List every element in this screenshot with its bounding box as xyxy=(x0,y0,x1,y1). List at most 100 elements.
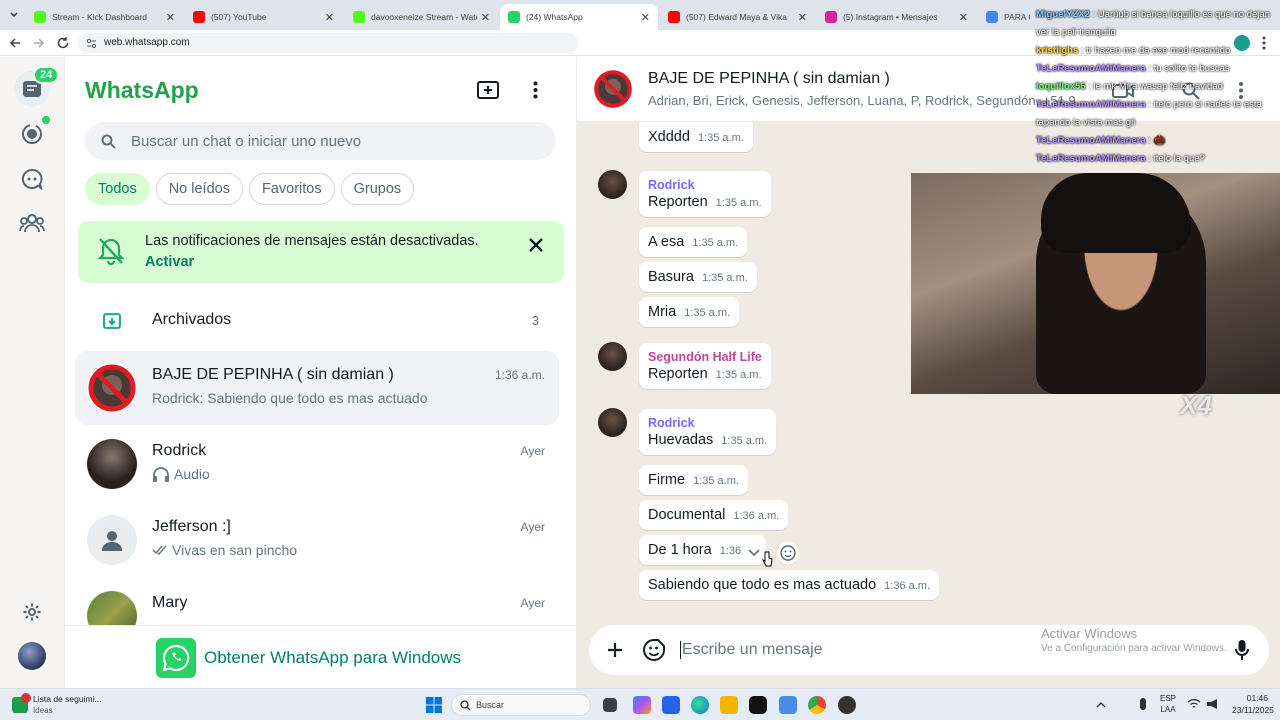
message-bubble[interactable]: Rodrick Huevadas 1:35 a.m. xyxy=(639,409,777,455)
filter-favoritos[interactable]: Favoritos xyxy=(248,173,335,205)
language-indicator[interactable]: ESP LAA xyxy=(1160,694,1176,714)
message-time: 1:36 a.m. xyxy=(884,580,931,592)
message-bubble[interactable]: Firme 1:35 a.m. xyxy=(639,465,748,495)
start-button[interactable] xyxy=(426,697,442,713)
overlay-chat-line: MiguelYZX2 : Uarüub si banea loquillo es… xyxy=(1036,6,1276,42)
store-icon[interactable] xyxy=(662,696,680,714)
copilot-icon[interactable] xyxy=(633,696,651,714)
channels-nav-button[interactable] xyxy=(14,161,50,197)
chevron-down-icon[interactable] xyxy=(748,549,760,557)
group-name: BAJE DE PEPINHA ( sin damian ) xyxy=(648,70,890,87)
filter-no-leidos[interactable]: No leídos xyxy=(155,173,243,205)
tab-close-icon[interactable]: ✕ xyxy=(166,11,175,24)
sticker-icon[interactable] xyxy=(643,639,665,661)
new-chat-icon[interactable] xyxy=(477,81,499,99)
sender-avatar[interactable] xyxy=(598,408,627,437)
status-dot xyxy=(42,116,50,124)
tab-3[interactable]: (24) WhatsApp ✕ xyxy=(500,4,658,30)
overlay-chat-user: MiguelYZX2 xyxy=(1036,9,1090,20)
settings-nav-button[interactable] xyxy=(14,594,50,630)
message-input[interactable]: Escribe un mensaje xyxy=(680,641,823,659)
search-box[interactable]: Buscar un chat o iniciar uno nuevo xyxy=(85,122,556,160)
search-icon xyxy=(460,700,471,711)
group-members: Adrian, Bri, Erick, Genesis, Jefferson, … xyxy=(648,93,1076,108)
tab-0[interactable]: Stream - Kick Dashboard ✕ xyxy=(26,4,183,30)
windows-taskbar: Lista de seguimi... Ideas Buscar ESP LAA… xyxy=(0,688,1280,720)
chat-row-jefferson[interactable]: Jefferson :] Ayer Vivas en san pincho xyxy=(75,503,559,577)
chat-time: Ayer xyxy=(520,520,545,534)
message-bubble[interactable]: Basura 1:35 a.m. xyxy=(639,262,757,292)
forward-icon[interactable] xyxy=(32,36,46,50)
clock-time: 01:46 xyxy=(1246,693,1268,703)
search-input[interactable]: Buscar un chat o iniciar uno nuevo xyxy=(131,133,361,150)
microphone-icon[interactable] xyxy=(1235,639,1249,661)
filter-todos[interactable]: Todos xyxy=(85,173,150,205)
activate-link[interactable]: Activar xyxy=(145,254,194,270)
app-icon[interactable] xyxy=(838,696,856,714)
message-text: De 1 hora xyxy=(648,542,712,558)
message-sender[interactable]: Segundón Half Life xyxy=(648,350,762,364)
message-bubble[interactable]: Xdddd 1:35 a.m. xyxy=(639,119,753,152)
taskbar-search-label: Buscar xyxy=(476,700,505,710)
chrome-icon[interactable] xyxy=(808,696,826,714)
back-icon[interactable] xyxy=(8,36,22,50)
url-bar[interactable]: web.whatsapp.com xyxy=(78,33,578,53)
chevron-up-icon[interactable] xyxy=(1096,701,1106,708)
wifi-icon[interactable] xyxy=(1187,698,1201,710)
no-sign-icon xyxy=(88,364,136,412)
message-bubble[interactable]: Sabiendo que todo es mas actuado 1:36 a.m… xyxy=(639,570,940,600)
message-sender[interactable]: Rodrick xyxy=(648,416,767,430)
edge-icon[interactable] xyxy=(691,696,709,714)
overlay-chat-separator: : xyxy=(1089,9,1098,20)
profile-photo[interactable] xyxy=(18,642,46,670)
mail-icon[interactable] xyxy=(779,696,797,714)
chat-row-rodrick[interactable]: Rodrick Ayer Audio xyxy=(75,427,559,501)
archived-row[interactable]: Archivados 3 xyxy=(75,297,559,343)
group-avatar xyxy=(593,69,633,109)
tab-close-icon[interactable]: ✕ xyxy=(325,11,334,24)
message-bubble[interactable]: Documental 1:36 a.m. xyxy=(639,500,789,530)
tab-4[interactable]: (507) Edward Maya & Vika ✕ xyxy=(660,4,815,30)
chat-row-baje-de-pepinha[interactable]: BAJE DE PEPINHA ( sin damian ) 1:36 a.m.… xyxy=(75,351,559,425)
filter-grupos[interactable]: Grupos xyxy=(340,173,415,205)
tab-close-icon[interactable]: ✕ xyxy=(641,11,650,24)
clock[interactable]: 01:46 23/11/2025 xyxy=(1232,693,1274,715)
reload-icon[interactable] xyxy=(56,36,70,50)
widget-title[interactable]: Lista de seguimi... xyxy=(33,694,102,704)
tray-mic-icon[interactable] xyxy=(1140,698,1146,710)
tab-6[interactable]: PARA Q SE xyxy=(978,4,1038,30)
tab-search-button[interactable] xyxy=(6,7,22,23)
file-explorer-icon[interactable] xyxy=(720,696,738,714)
tab-2[interactable]: davooxeneize Stream - Watch L ✕ xyxy=(345,4,498,30)
tab-close-icon[interactable]: ✕ xyxy=(481,11,490,24)
plus-icon[interactable] xyxy=(607,642,623,658)
tab-1[interactable]: (507) YouTube ✕ xyxy=(185,4,342,30)
communities-nav-button[interactable] xyxy=(14,205,50,241)
tray-volume-icon[interactable] xyxy=(1207,699,1217,709)
message-sender[interactable]: Rodrick xyxy=(648,178,762,192)
message-bubble[interactable]: Rodrick Reporten 1:35 a.m. xyxy=(639,171,771,217)
chat-time: Ayer xyxy=(520,444,545,458)
site-info-icon[interactable] xyxy=(86,38,97,49)
tiktok-icon[interactable] xyxy=(749,696,767,714)
chat-name: BAJE DE PEPINHA ( sin damian ) xyxy=(152,366,394,383)
sender-avatar[interactable] xyxy=(598,170,627,199)
tab-5[interactable]: (5) Instagram • Mensajes ✕ xyxy=(817,4,976,30)
overlay-chat-separator: : xyxy=(1085,81,1094,92)
task-view-icon[interactable] xyxy=(603,698,617,712)
tab-close-icon[interactable]: ✕ xyxy=(959,11,968,24)
close-icon[interactable] xyxy=(529,238,543,252)
taskbar-search[interactable]: Buscar xyxy=(451,694,591,716)
chevron-down-icon xyxy=(10,12,18,18)
tab-close-icon[interactable]: ✕ xyxy=(798,11,807,24)
sender-avatar[interactable] xyxy=(598,342,627,371)
message-bubble[interactable]: Segundón Half Life Reporten 1:35 a.m. xyxy=(639,343,771,389)
message-bubble[interactable]: A esa 1:35 a.m. xyxy=(639,227,748,257)
react-button[interactable] xyxy=(777,542,799,564)
message-text: Mria xyxy=(648,304,677,320)
message-bubble[interactable]: Mria 1:35 a.m. xyxy=(639,297,740,327)
menu-icon[interactable] xyxy=(533,81,538,99)
message-text: A esa xyxy=(648,234,685,250)
promo-link[interactable]: Obtener WhatsApp para Windows xyxy=(204,648,461,668)
tab-favicon-icon xyxy=(193,11,205,23)
